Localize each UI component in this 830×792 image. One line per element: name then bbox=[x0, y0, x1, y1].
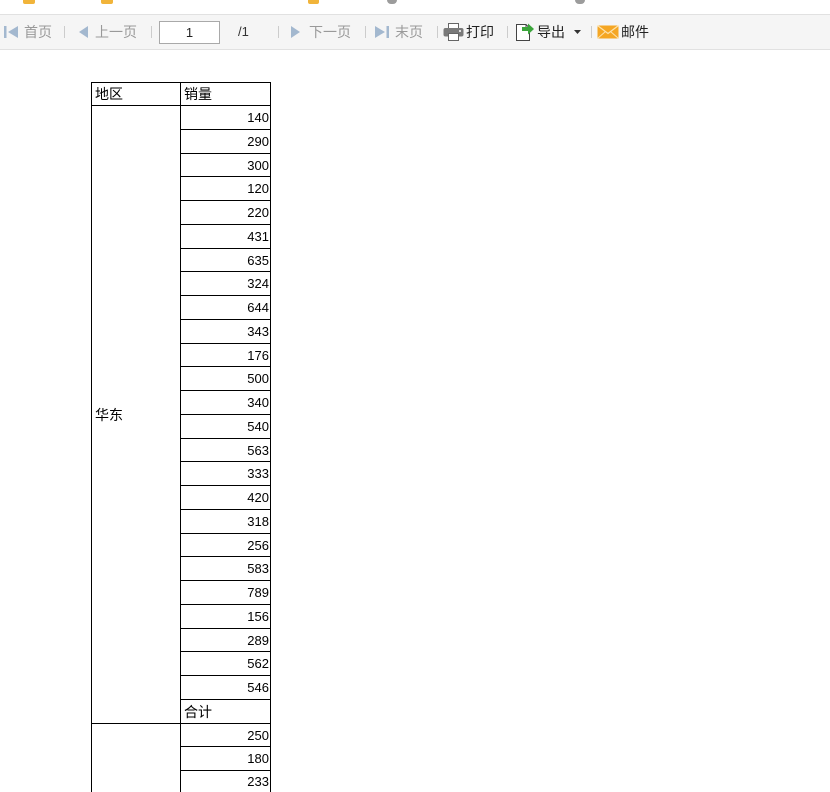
toolbar-separator bbox=[365, 26, 366, 38]
sales-value-cell: 635 bbox=[180, 248, 271, 271]
print-label: 打印 bbox=[466, 24, 494, 40]
sales-value-cell: 318 bbox=[180, 509, 271, 533]
page-total-label: /1 bbox=[238, 24, 249, 39]
partial-toolbar-icon[interactable] bbox=[575, 0, 585, 4]
mail-icon bbox=[597, 22, 619, 42]
sales-value-cell: 256 bbox=[180, 533, 271, 556]
upper-toolbar-strip bbox=[0, 0, 830, 14]
partial-toolbar-icon[interactable] bbox=[23, 0, 35, 4]
sales-value-cell: 563 bbox=[180, 438, 271, 461]
report-viewer: 首页 上一页 /1 下一页 末页 bbox=[0, 0, 830, 792]
printer-icon bbox=[443, 22, 464, 42]
sales-value-cell: 644 bbox=[180, 295, 271, 319]
export-icon bbox=[514, 22, 535, 42]
next-page-label: 下一页 bbox=[309, 24, 351, 40]
last-page-label: 末页 bbox=[395, 24, 423, 40]
sales-value-cell: 324 bbox=[180, 271, 271, 295]
sales-value-cell: 420 bbox=[180, 485, 271, 509]
report-table: 地区 销量 140 290 300 120 220 431 635 324 644 343 176 5… bbox=[91, 82, 271, 792]
sales-value-cell: 546 bbox=[180, 675, 271, 699]
sales-value-cell: 500 bbox=[180, 366, 271, 390]
sales-value-cell: 156 bbox=[180, 604, 271, 628]
partial-toolbar-icon[interactable] bbox=[308, 0, 319, 4]
subtotal-label-cell: 合计 bbox=[180, 699, 271, 723]
region-merged-cell: 华东 bbox=[91, 105, 180, 723]
report-toolbar: 首页 上一页 /1 下一页 末页 bbox=[0, 14, 830, 50]
toolbar-separator bbox=[278, 26, 279, 38]
caret-down-icon[interactable] bbox=[574, 30, 581, 34]
toolbar-separator bbox=[151, 26, 152, 38]
sales-value-cell: 250 bbox=[180, 723, 271, 746]
sales-value-cell: 540 bbox=[180, 414, 271, 438]
sales-value-cell: 233 bbox=[180, 770, 271, 792]
prev-page-icon bbox=[77, 22, 89, 42]
first-page-button[interactable]: 首页 bbox=[3, 22, 52, 42]
sales-value-cell: 289 bbox=[180, 628, 271, 651]
region-header-cell: 地区 bbox=[91, 82, 180, 105]
sales-value-cell: 562 bbox=[180, 651, 271, 675]
page-number-input[interactable] bbox=[159, 21, 220, 44]
last-page-icon bbox=[374, 22, 390, 42]
region-merged-cell bbox=[91, 723, 180, 792]
toolbar-separator bbox=[507, 26, 508, 38]
print-button[interactable]: 打印 bbox=[443, 22, 494, 42]
prev-page-label: 上一页 bbox=[95, 24, 137, 40]
mail-label: 邮件 bbox=[621, 24, 649, 40]
sales-value-cell: 220 bbox=[180, 200, 271, 224]
partial-toolbar-icon[interactable] bbox=[387, 0, 397, 4]
sales-value-cell: 180 bbox=[180, 746, 271, 770]
sales-value-cell: 120 bbox=[180, 176, 271, 200]
next-page-button[interactable]: 下一页 bbox=[290, 22, 351, 42]
first-page-icon bbox=[3, 22, 19, 42]
export-label: 导出 bbox=[537, 24, 565, 40]
sales-value-cell: 140 bbox=[180, 105, 271, 129]
sales-value-cell: 343 bbox=[180, 319, 271, 343]
next-page-icon bbox=[290, 22, 302, 42]
sales-value-cell: 333 bbox=[180, 461, 271, 485]
partial-toolbar-icon[interactable] bbox=[101, 0, 113, 4]
sales-value-cell: 340 bbox=[180, 390, 271, 414]
sales-value-cell: 176 bbox=[180, 343, 271, 366]
first-page-label: 首页 bbox=[24, 24, 52, 40]
last-page-button[interactable]: 末页 bbox=[374, 22, 423, 42]
toolbar-separator bbox=[437, 26, 438, 38]
export-button[interactable]: 导出 bbox=[514, 22, 581, 42]
sales-value-cell: 431 bbox=[180, 224, 271, 248]
sales-header-cell: 销量 bbox=[180, 82, 271, 105]
sales-value-cell: 789 bbox=[180, 580, 271, 604]
mail-button[interactable]: 邮件 bbox=[597, 22, 649, 42]
sales-value-cell: 583 bbox=[180, 556, 271, 580]
prev-page-button[interactable]: 上一页 bbox=[77, 22, 137, 42]
toolbar-separator bbox=[64, 26, 65, 38]
sales-value-cell: 290 bbox=[180, 129, 271, 153]
sales-value-cell: 300 bbox=[180, 153, 271, 176]
toolbar-separator bbox=[591, 26, 592, 38]
